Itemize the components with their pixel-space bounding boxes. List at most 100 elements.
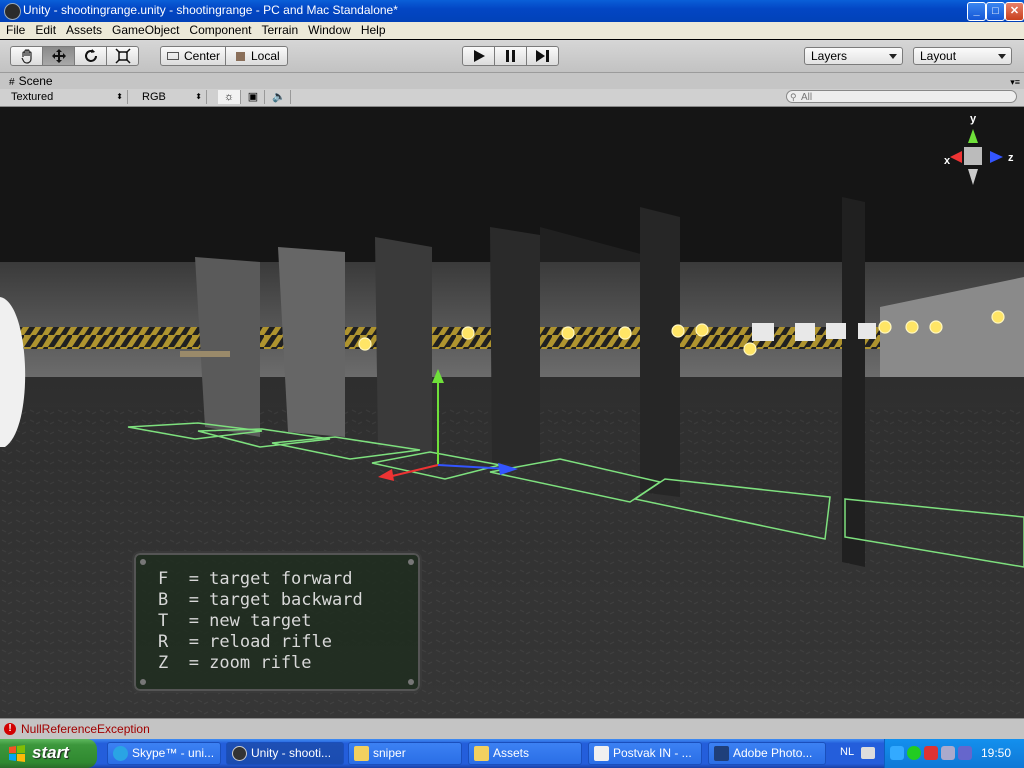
hud-line-zoom: Z = zoom rifle [158, 653, 312, 673]
task-label: Unity - shooti... [251, 746, 332, 760]
task-label: Skype™ - uni... [132, 746, 215, 760]
window-titlebar: Unity - shootingrange.unity - shootingra… [0, 0, 1024, 22]
task-label: Adobe Photo... [733, 746, 813, 760]
clock: 19:50 [980, 746, 1011, 760]
scene-search-input[interactable]: ⚲ All [786, 90, 1017, 103]
menu-gameobject[interactable]: GameObject [107, 22, 184, 37]
taskbar-item-sniper[interactable]: sniper [348, 742, 462, 765]
network-icon[interactable] [941, 746, 955, 760]
layout-dropdown[interactable]: Layout [913, 47, 1012, 65]
security-shield-icon[interactable] [924, 746, 938, 760]
menu-assets[interactable]: Assets [61, 22, 107, 37]
search-icon: ⚲ [790, 92, 797, 102]
task-label: Assets [493, 746, 530, 760]
hud-line-forward: F = target forward [158, 569, 353, 589]
gizmo-y-label: y [970, 113, 977, 125]
system-tray: 19:50 [884, 739, 1024, 768]
rivet [140, 679, 146, 685]
move-tool-button[interactable] [42, 46, 75, 66]
tab-scene-label: Scene [18, 74, 53, 88]
menu-file[interactable]: File [0, 22, 30, 37]
chevron-down-icon [998, 54, 1006, 59]
taskbar-item-photoshop[interactable]: Adobe Photo... [708, 742, 826, 765]
panel-menu-icon[interactable]: ▾≡ [1010, 77, 1020, 88]
center-icon [167, 52, 179, 60]
scale-icon [114, 48, 131, 64]
step-icon [535, 50, 549, 62]
rivet [408, 559, 414, 565]
signal-icon[interactable] [958, 746, 972, 760]
scene-viewport[interactable]: y x z F = target forward B = target back… [0, 107, 1024, 718]
menu-component[interactable]: Component [184, 22, 256, 37]
taskbar-item-unity[interactable]: Unity - shooti... [226, 742, 344, 765]
updown-icon: ⬍ [116, 92, 123, 101]
rivet [408, 679, 414, 685]
main-toolbar: Center Local Layers Layout [0, 40, 1024, 73]
channel-dropdown[interactable]: RGB ⬍ [137, 90, 207, 104]
menu-help[interactable]: Help [356, 22, 391, 37]
language-indicator[interactable]: NL [840, 746, 854, 758]
task-label: sniper [373, 746, 406, 760]
sun-icon: ☼ [223, 91, 235, 103]
grid-icon: # [9, 77, 15, 88]
scene-tab-bar: # Scene ▾≡ [0, 73, 1024, 89]
maximize-button[interactable]: □ [986, 2, 1005, 21]
tab-scene[interactable]: # Scene [3, 73, 59, 89]
pause-icon [505, 50, 515, 62]
menu-bar: File Edit Assets GameObject Component Terrain… [0, 22, 1024, 39]
step-button[interactable] [526, 46, 559, 66]
channel-label: RGB [142, 91, 166, 103]
mail-icon [594, 746, 609, 761]
keyboard-icon[interactable] [861, 747, 875, 759]
menu-terrain[interactable]: Terrain [256, 22, 303, 37]
minimize-button[interactable]: _ [967, 2, 986, 21]
window-title: Unity - shootingrange.unity - shootingra… [23, 3, 398, 17]
gizmo-x-label: x [944, 155, 951, 167]
photoshop-icon [714, 746, 729, 761]
folder-icon [474, 746, 489, 761]
pivot-label: Center [184, 49, 221, 63]
hand-icon [20, 49, 32, 64]
gizmo-z-label: z [1008, 152, 1014, 164]
start-button[interactable]: start [0, 739, 97, 768]
layers-dropdown[interactable]: Layers [804, 47, 903, 65]
pause-button[interactable] [494, 46, 527, 66]
tray-arrow-icon[interactable] [890, 746, 904, 760]
windows-taskbar: start Skype™ - uni... Unity - shooti... … [0, 739, 1024, 768]
speaker-icon: 🔈 [272, 91, 286, 103]
rotate-tool-button[interactable] [74, 46, 107, 66]
render-mode-dropdown[interactable]: Textured ⬍ [6, 90, 128, 104]
task-label: Postvak IN - ... [613, 746, 692, 760]
scene-lighting-toggle[interactable]: ☼ [218, 90, 241, 104]
menu-edit[interactable]: Edit [30, 22, 61, 37]
play-button[interactable] [462, 46, 495, 66]
skype-tray-icon[interactable] [907, 746, 921, 760]
pivot-center-button[interactable]: Center [160, 46, 226, 66]
start-label: start [32, 743, 69, 762]
rivet [140, 559, 146, 565]
status-message[interactable]: NullReferenceException [21, 722, 150, 736]
scale-tool-button[interactable] [106, 46, 139, 66]
image-icon: ▣ [247, 91, 259, 103]
rotate-icon [84, 49, 97, 62]
close-button[interactable]: ✕ [1005, 2, 1024, 21]
unity-icon [232, 746, 247, 761]
move-arrows-icon [51, 49, 66, 63]
status-bar[interactable]: ! NullReferenceException [0, 718, 1024, 740]
taskbar-item-assets[interactable]: Assets [468, 742, 582, 765]
scene-audio-toggle[interactable]: 🔈 [268, 90, 291, 104]
play-icon [473, 50, 485, 62]
space-label: Local [251, 49, 280, 63]
pivot-local-button[interactable]: Local [225, 46, 288, 66]
scene-fx-toggle[interactable]: ▣ [242, 90, 265, 104]
windows-flag-icon [9, 745, 25, 762]
hud-line-reload: R = reload rifle [158, 632, 332, 652]
hud-line-new-target: T = new target [158, 611, 312, 631]
search-placeholder: All [801, 92, 813, 103]
menu-window[interactable]: Window [303, 22, 356, 37]
taskbar-item-skype[interactable]: Skype™ - uni... [107, 742, 221, 765]
taskbar-item-postvak[interactable]: Postvak IN - ... [588, 742, 702, 765]
hand-tool-button[interactable] [10, 46, 43, 66]
skype-icon [113, 746, 128, 761]
hud-line-backward: B = target backward [158, 590, 363, 610]
